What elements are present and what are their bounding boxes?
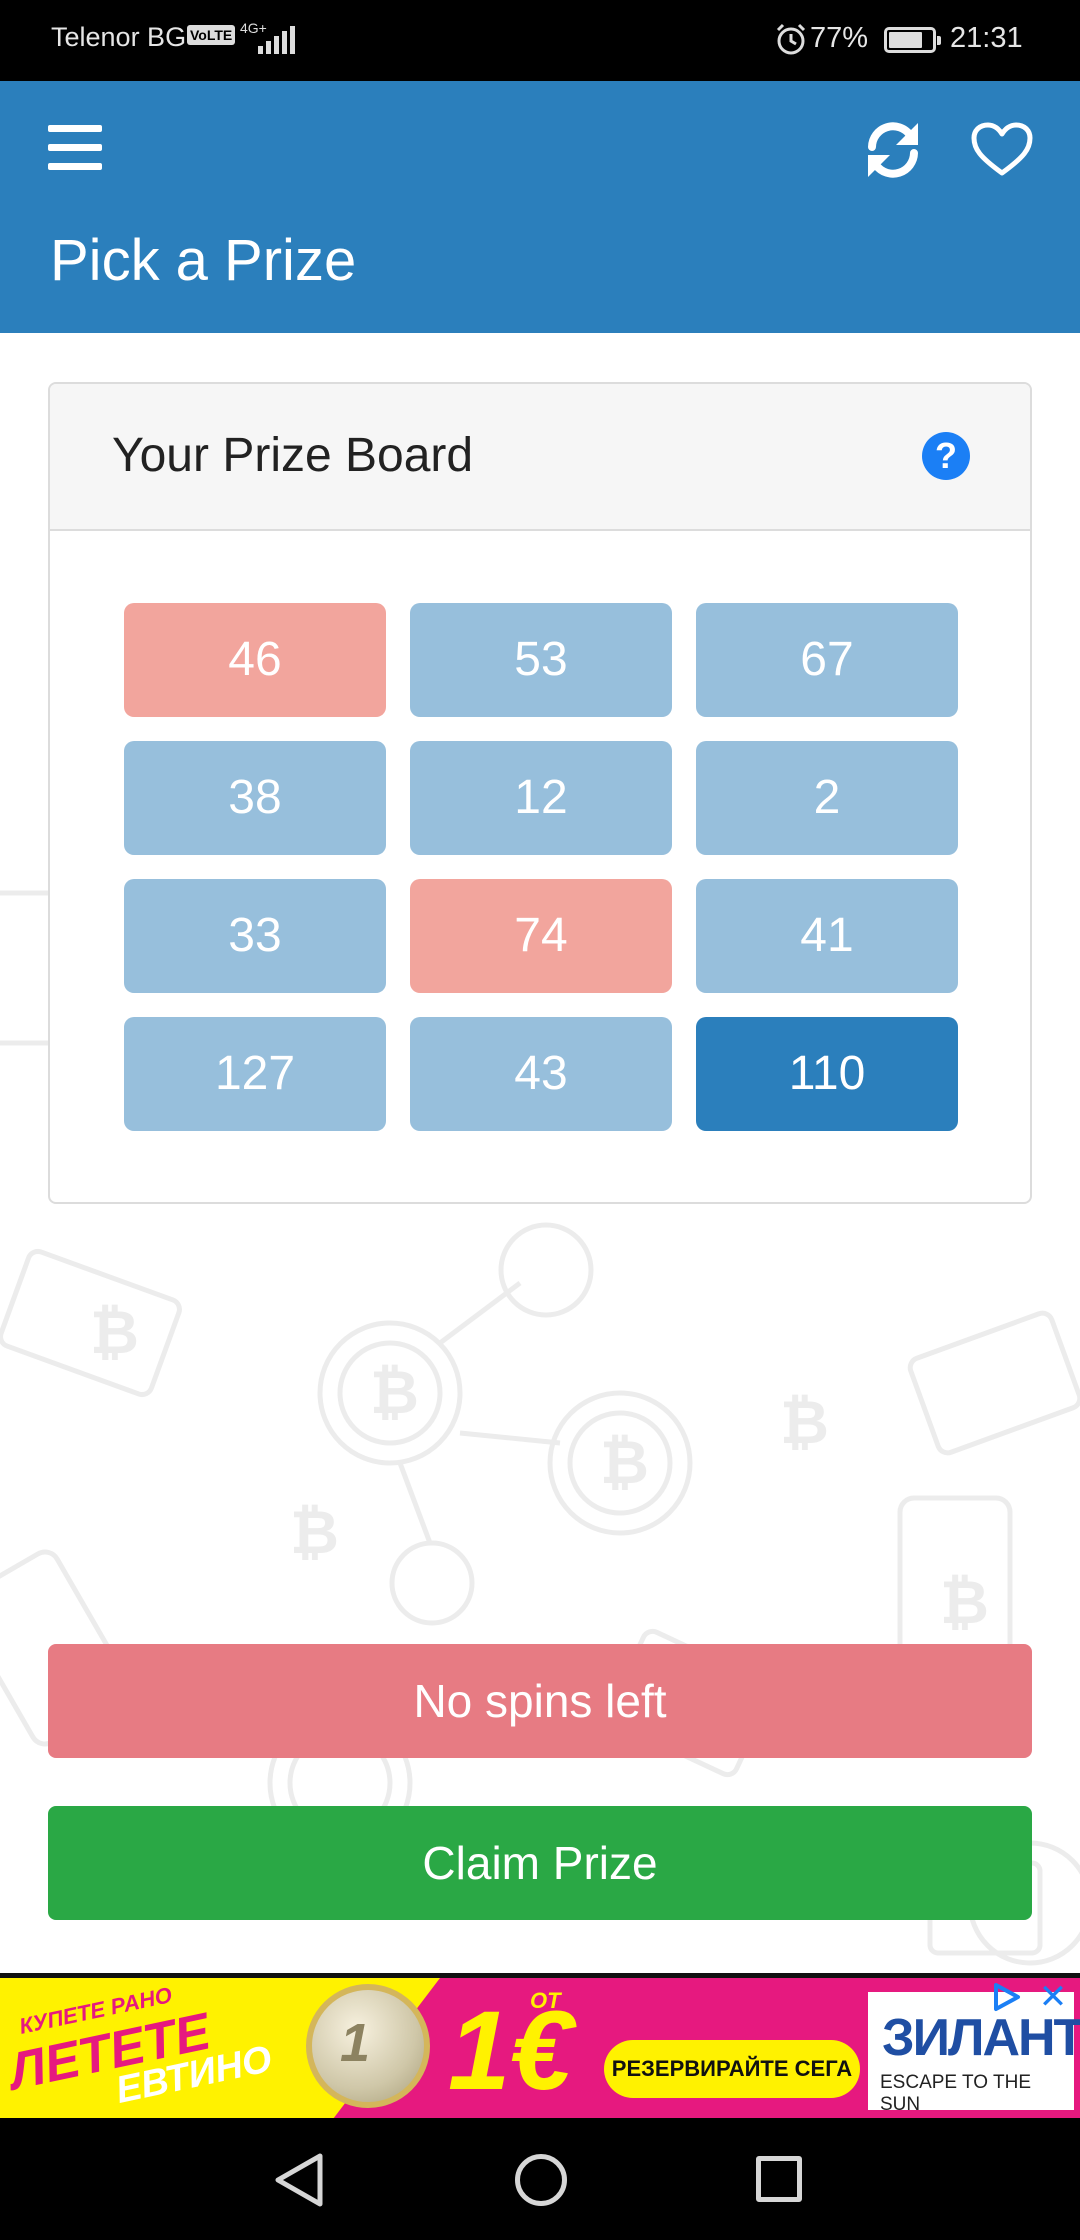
prize-tile-selected[interactable]: 110 (696, 1017, 958, 1131)
heart-icon[interactable] (970, 121, 1034, 179)
svg-text:₿: ₿ (370, 1359, 419, 1426)
system-nav-bar (0, 2118, 1080, 2240)
prize-tile[interactable]: 38 (124, 741, 386, 855)
svg-text:₿: ₿ (940, 1569, 989, 1636)
content-area: ₿ ₿ ₿ ₿ ₿ ₿ Your Prize Board ? 46 53 67 … (0, 333, 1080, 1973)
home-icon[interactable] (515, 2154, 567, 2206)
volte-badge: VoLTE (187, 25, 236, 45)
recent-apps-icon[interactable] (756, 2156, 802, 2202)
page-title: Pick a Prize (50, 228, 357, 293)
ad-banner[interactable]: КУПЕТЕ РАНО ЛЕТЕТЕ ЕВТИНО 1 ОТ 1€ РЕЗЕРВ… (0, 1973, 1080, 2118)
help-icon[interactable]: ? (922, 432, 970, 480)
signal-icon (258, 26, 298, 54)
svg-text:₿: ₿ (290, 1499, 339, 1566)
alarm-icon (776, 23, 806, 55)
prize-tile[interactable]: 53 (410, 603, 672, 717)
refresh-icon[interactable] (862, 119, 924, 181)
prize-tile[interactable]: 74 (410, 879, 672, 993)
prize-tile[interactable]: 127 (124, 1017, 386, 1131)
prize-board-header: Your Prize Board ? (50, 384, 1030, 531)
battery-icon (884, 27, 941, 53)
prize-tile[interactable]: 41 (696, 879, 958, 993)
euro-coin-icon: 1 (306, 1984, 430, 2108)
prize-board-card: Your Prize Board ? 46 53 67 38 12 2 33 7… (48, 382, 1032, 1204)
ad-brand-tagline: ESCAPE TO THE SUN (880, 2072, 1031, 2115)
ad-price: 1€ (448, 1988, 573, 2113)
svg-text:₿: ₿ (780, 1389, 829, 1456)
prize-tile[interactable]: 67 (696, 603, 958, 717)
prize-tile[interactable]: 43 (410, 1017, 672, 1131)
prize-board-title: Your Prize Board (112, 429, 474, 482)
status-bar: Telenor BG VoLTE 4G+ 77% 21:31 (0, 0, 1080, 81)
prize-tile[interactable]: 12 (410, 741, 672, 855)
menu-icon[interactable] (48, 125, 102, 171)
svg-text:₿: ₿ (90, 1299, 139, 1366)
battery-percent: 77% (810, 22, 869, 54)
app-bar: Pick a Prize (0, 81, 1080, 333)
svg-text:₿: ₿ (600, 1429, 649, 1496)
prize-tile[interactable]: 46 (124, 603, 386, 717)
ad-brand-logo: ЗИЛАНТ (882, 2009, 1080, 2067)
clock: 21:31 (950, 22, 1023, 54)
ad-close-icon[interactable]: ✕ (1036, 1980, 1070, 2014)
prize-tile[interactable]: 33 (124, 879, 386, 993)
carrier-name: Telenor BG (51, 22, 187, 52)
claim-prize-button[interactable]: Claim Prize (48, 1806, 1032, 1920)
ad-cta-button[interactable]: РЕЗЕРВИРАЙТЕ СЕГА ▶ (604, 2040, 860, 2118)
prize-tile[interactable]: 2 (696, 741, 958, 855)
back-icon[interactable] (270, 2150, 330, 2210)
ad-choices-icon[interactable] (990, 1982, 1022, 2012)
no-spins-button[interactable]: No spins left (48, 1644, 1032, 1758)
